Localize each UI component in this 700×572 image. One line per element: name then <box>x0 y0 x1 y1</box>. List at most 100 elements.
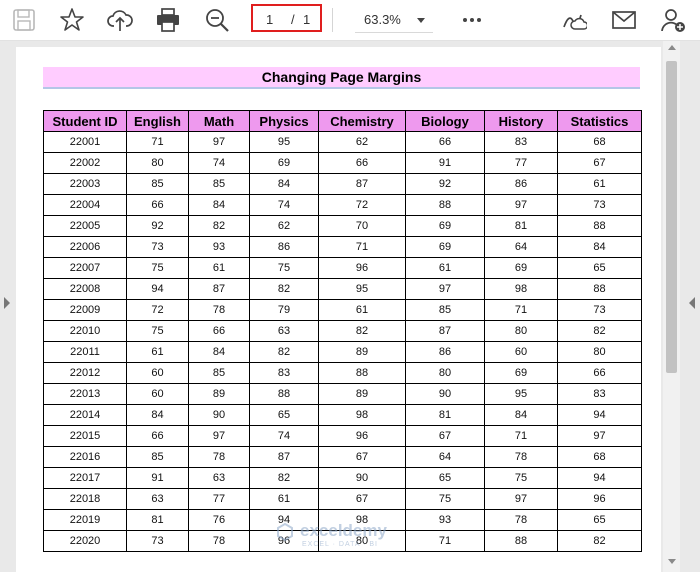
table-cell: 68 <box>557 446 642 468</box>
column-header: Statistics <box>557 110 642 132</box>
table-cell: 22012 <box>43 362 127 384</box>
table-cell: 80 <box>126 152 189 174</box>
table-cell: 22005 <box>43 215 127 237</box>
table-cell: 83 <box>484 131 558 153</box>
table-cell: 69 <box>405 215 485 237</box>
table-row: 22013 60 89 88 89 90 95 83 <box>43 383 642 405</box>
table-cell: 88 <box>405 194 485 216</box>
table-cell: 65 <box>405 467 485 489</box>
column-header: Math <box>188 110 250 132</box>
table-cell: 66 <box>405 131 485 153</box>
current-page-input[interactable]: 1 <box>266 12 273 27</box>
table-row: 22002 80 74 69 66 91 77 67 <box>43 152 642 174</box>
table-cell: 98 <box>318 404 406 426</box>
table-cell: 82 <box>249 278 319 300</box>
collapse-left-pane-icon[interactable] <box>4 297 10 309</box>
table-cell: 22013 <box>43 383 127 405</box>
more-icon[interactable] <box>459 7 485 33</box>
table-cell: 80 <box>557 341 642 363</box>
bookmark-star-icon[interactable] <box>59 7 85 33</box>
vertical-scrollbar[interactable] <box>663 41 680 572</box>
table-row: 22020 73 78 96 80 71 88 82 <box>43 530 642 552</box>
email-icon[interactable] <box>611 7 637 33</box>
table-cell: 94 <box>557 467 642 489</box>
upload-cloud-icon[interactable] <box>107 7 133 33</box>
table-cell: 77 <box>188 488 250 510</box>
table-cell: 83 <box>249 362 319 384</box>
column-header: Physics <box>249 110 319 132</box>
table-cell: 75 <box>405 488 485 510</box>
sign-icon[interactable] <box>561 7 587 33</box>
table-cell: 60 <box>126 383 189 405</box>
table-cell: 81 <box>484 215 558 237</box>
table-cell: 22009 <box>43 299 127 321</box>
table-cell: 88 <box>557 215 642 237</box>
save-icon[interactable] <box>11 7 37 33</box>
table-cell: 73 <box>557 194 642 216</box>
table-cell: 97 <box>484 488 558 510</box>
table-cell: 91 <box>126 467 189 489</box>
table-cell: 65 <box>557 509 642 531</box>
table-cell: 90 <box>188 404 250 426</box>
table-cell: 87 <box>405 320 485 342</box>
table-cell: 85 <box>188 362 250 384</box>
add-user-icon[interactable] <box>660 7 686 33</box>
table-cell: 69 <box>484 257 558 279</box>
table-cell: 22001 <box>43 131 127 153</box>
table-cell: 94 <box>126 278 189 300</box>
table-cell: 72 <box>318 194 406 216</box>
table-cell: 22019 <box>43 509 127 531</box>
table-cell: 84 <box>557 236 642 258</box>
data-table: Student ID English Math Physics Chemistry Bio… <box>43 110 642 552</box>
table-cell: 78 <box>188 530 250 552</box>
print-icon[interactable] <box>155 7 181 33</box>
table-cell: 77 <box>484 152 558 174</box>
page-number-field[interactable]: 1 / 1 <box>251 4 322 32</box>
table-cell: 22016 <box>43 446 127 468</box>
zoom-dropdown[interactable]: 63.3% <box>355 8 433 33</box>
table-cell: 94 <box>557 404 642 426</box>
table-cell: 74 <box>249 425 319 447</box>
chevron-down-icon <box>417 18 425 23</box>
table-cell: 73 <box>126 236 189 258</box>
table-cell: 78 <box>484 509 558 531</box>
table-cell: 97 <box>188 131 250 153</box>
table-cell: 22014 <box>43 404 127 426</box>
table-row: 22017 91 63 82 90 65 75 94 <box>43 467 642 489</box>
table-cell: 82 <box>249 467 319 489</box>
table-cell: 82 <box>557 320 642 342</box>
scroll-up-icon[interactable] <box>668 45 676 50</box>
table-row: 22014 84 90 65 98 81 84 94 <box>43 404 642 426</box>
table-cell: 85 <box>126 446 189 468</box>
page-title: Changing Page Margins <box>43 67 640 89</box>
table-cell: 87 <box>249 446 319 468</box>
document-viewer[interactable]: Changing Page Margins Student ID English M… <box>0 41 700 572</box>
pdf-toolbar: 1 / 1 63.3% <box>0 0 700 41</box>
table-cell: 87 <box>318 173 406 195</box>
table-cell: 81 <box>405 404 485 426</box>
table-cell: 90 <box>318 467 406 489</box>
table-row: 22010 75 66 63 82 87 80 82 <box>43 320 642 342</box>
table-cell: 73 <box>126 530 189 552</box>
table-cell: 95 <box>318 278 406 300</box>
table-cell: 69 <box>405 236 485 258</box>
table-cell: 63 <box>188 467 250 489</box>
collapse-right-pane-icon[interactable] <box>689 297 695 309</box>
table-cell: 86 <box>405 341 485 363</box>
table-cell: 63 <box>126 488 189 510</box>
table-row: 22004 66 84 74 72 88 97 73 <box>43 194 642 216</box>
table-cell: 97 <box>405 278 485 300</box>
table-cell: 97 <box>484 194 558 216</box>
zoom-out-icon[interactable] <box>204 7 230 33</box>
table-cell: 75 <box>484 467 558 489</box>
scroll-down-icon[interactable] <box>668 559 676 564</box>
scrollbar-thumb[interactable] <box>666 61 677 373</box>
table-cell: 96 <box>318 257 406 279</box>
table-cell: 22020 <box>43 530 127 552</box>
table-cell: 22018 <box>43 488 127 510</box>
table-cell: 95 <box>484 383 558 405</box>
column-header: Student ID <box>43 110 127 132</box>
total-pages: 1 <box>303 12 311 27</box>
table-cell: 89 <box>318 341 406 363</box>
table-cell: 86 <box>484 173 558 195</box>
